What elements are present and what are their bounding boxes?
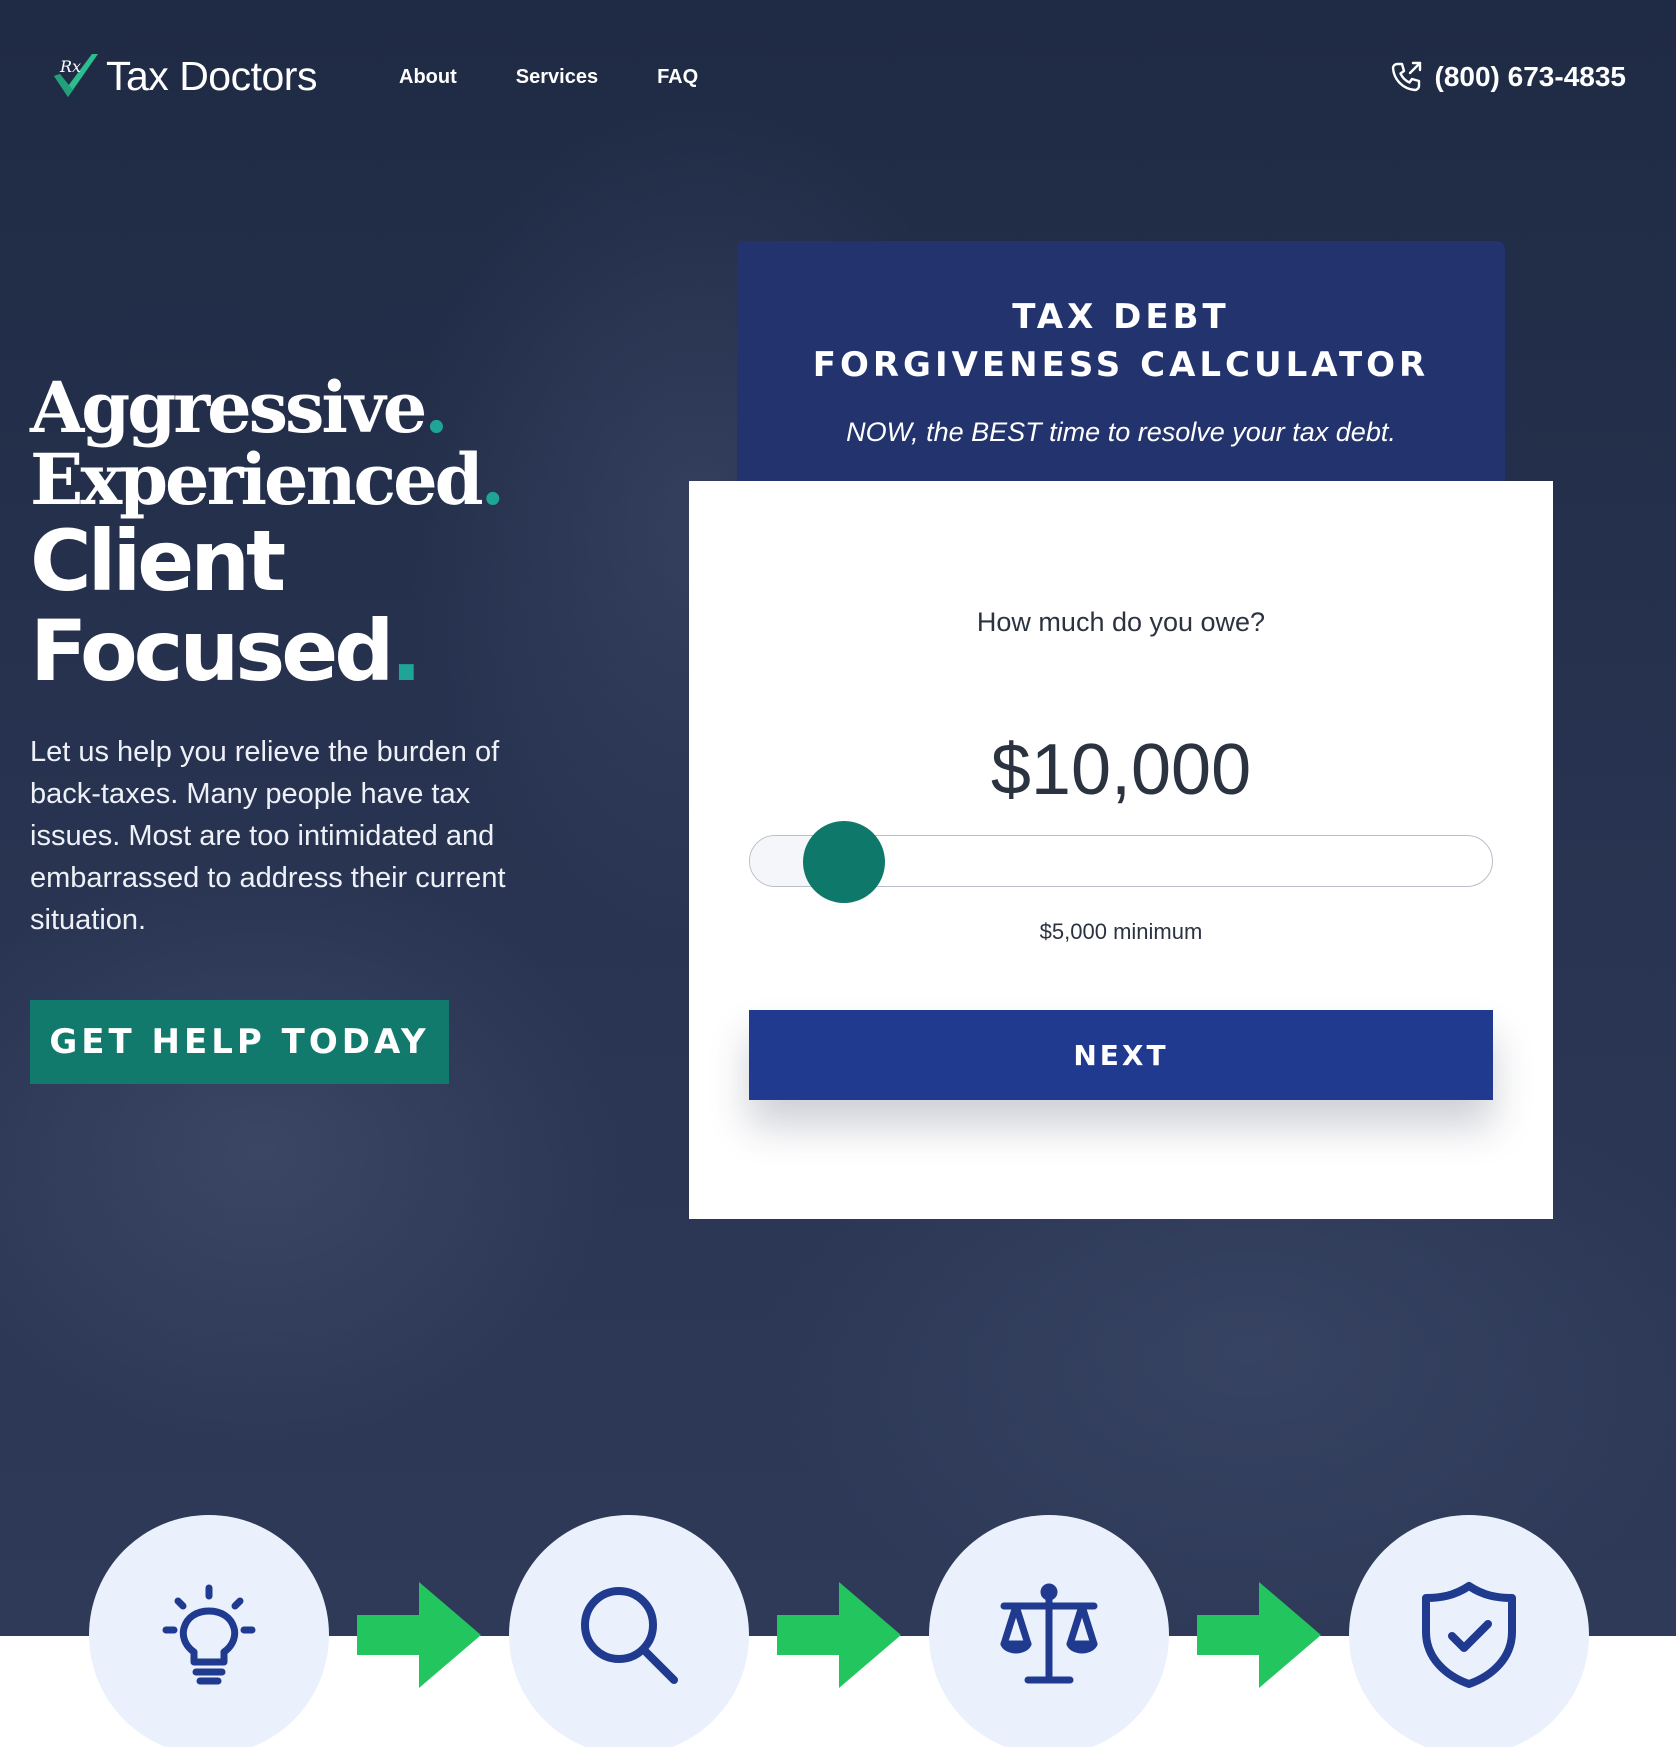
minimum-label: $5,000 minimum [1039,919,1203,944]
brand-name: Tax Doctors [106,52,317,99]
svg-text:Rx: Rx [59,57,81,76]
nav-link-services[interactable]: Services [516,66,598,89]
step-arrow-1 [357,1582,481,1688]
calculator-card: How much do you owe? $10,000 $5,000 mini… [689,481,1553,1219]
nav-link-faq[interactable]: FAQ [657,66,698,89]
phone-number: (800) 673-4835 [1434,61,1626,92]
step-review [929,1515,1169,1747]
slider-thumb[interactable] [802,821,885,903]
calculator-title: TAX DEBT FORGIVENESS CALCULATOR [812,297,1430,385]
headline-line-3: Client [30,512,286,610]
lightbulb-icon [162,1584,256,1685]
step-search [509,1515,749,1747]
step-idea [89,1515,329,1747]
hero-headline: Aggressive. Experienced. Client Focused. [30,366,505,700]
step-protect [1349,1515,1589,1747]
next-button[interactable]: NEXT [749,1010,1493,1100]
step-arrow-3 [1197,1582,1321,1688]
scales-icon [1000,1583,1098,1684]
headline-line-4: Focused. [30,602,422,700]
debt-amount-slider[interactable] [749,821,1493,903]
shield-check-icon [1422,1582,1516,1688]
headline-line-2: Experienced. [30,438,505,521]
brand-logo[interactable]: Rx Tax Doctors [50,50,317,102]
debt-amount: $10,000 [990,730,1252,810]
headline-line-1: Aggressive. [30,366,449,449]
search-icon [581,1587,678,1684]
step-arrow-2 [777,1582,901,1688]
rx-checkmark-icon: Rx [54,54,98,97]
main-nav: About Services FAQ [399,66,757,89]
phone-icon [1391,61,1421,92]
calculator-header: TAX DEBT FORGIVENESS CALCULATOR NOW, the … [737,241,1505,481]
nav-link-about[interactable]: About [399,66,457,89]
site-header: Rx Tax Doctors About Services FAQ (800) … [0,0,1676,160]
phone-link[interactable]: (800) 673-4835 [1389,60,1626,94]
hero-description: Let us help you relieve the burden of ba… [30,736,506,936]
get-help-today-button[interactable]: GET HELP TODAY [30,1000,449,1084]
debt-question: How much do you owe? [976,607,1266,637]
calculator-subtitle: NOW, the BEST time to resolve your tax d… [846,417,1396,447]
